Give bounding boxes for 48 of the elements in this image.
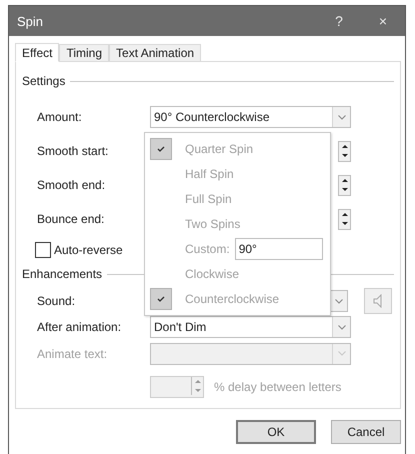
dropdown-button[interactable] — [332, 107, 350, 127]
tab[interactable]: Effect — [15, 43, 60, 62]
help-button[interactable]: ? — [317, 6, 361, 36]
dropdown-button[interactable] — [330, 290, 348, 312]
field-label: Amount: — [37, 110, 83, 124]
speaker-icon — [373, 294, 383, 308]
field-label: Smooth end: — [37, 178, 106, 192]
dialog-button[interactable]: OK — [236, 420, 316, 444]
down-arrow-icon — [342, 222, 348, 226]
down-arrow-icon — [194, 389, 200, 392]
down-arrow-icon — [342, 188, 348, 192]
up-arrow-icon — [194, 380, 200, 383]
checkmark-icon — [157, 146, 165, 152]
chevron-down-icon — [335, 298, 343, 304]
field-label: Smooth start: — [37, 144, 110, 158]
group-title: Enhancements — [22, 267, 102, 281]
close-button[interactable]: × — [361, 6, 405, 36]
field-label: Animate text: — [37, 346, 108, 360]
window-title: Spin — [17, 14, 44, 28]
group-title: Settings — [22, 74, 66, 88]
chevron-down-icon — [338, 114, 346, 120]
spin-button[interactable] — [338, 174, 351, 196]
checkbox-label: Auto-reverse — [54, 243, 124, 257]
up-arrow-icon — [342, 212, 348, 216]
down-arrow-icon — [342, 154, 348, 158]
field-label: After animation: — [37, 320, 122, 334]
custom-label: Custom: — [185, 242, 230, 256]
delay-label: % delay between letters — [214, 380, 342, 394]
tab[interactable]: Timing — [59, 44, 110, 61]
dropdown-button[interactable] — [332, 317, 350, 337]
animate-text-dropdown[interactable] — [150, 342, 351, 364]
field-label: Sound: — [37, 294, 76, 308]
checkmark-icon — [157, 296, 165, 302]
field-label: Bounce end: — [37, 212, 106, 226]
chevron-down-icon — [338, 324, 346, 330]
tab[interactable]: Text Animation — [109, 44, 202, 61]
spin-button[interactable] — [338, 140, 351, 162]
after-animation-dropdown[interactable]: Don't Dim — [150, 316, 351, 338]
sound-button[interactable] — [364, 288, 392, 314]
dialog-button[interactable]: Cancel — [331, 420, 401, 444]
spin-button[interactable] — [338, 208, 351, 230]
delay-field[interactable] — [150, 376, 204, 398]
custom-field[interactable]: 90° — [234, 238, 323, 260]
up-arrow-icon — [342, 178, 348, 182]
checkbox[interactable] — [35, 242, 51, 258]
amount-dropdown[interactable]: 90° Counterclockwise — [150, 106, 351, 128]
chevron-down-icon — [338, 351, 346, 356]
up-arrow-icon — [342, 144, 348, 148]
